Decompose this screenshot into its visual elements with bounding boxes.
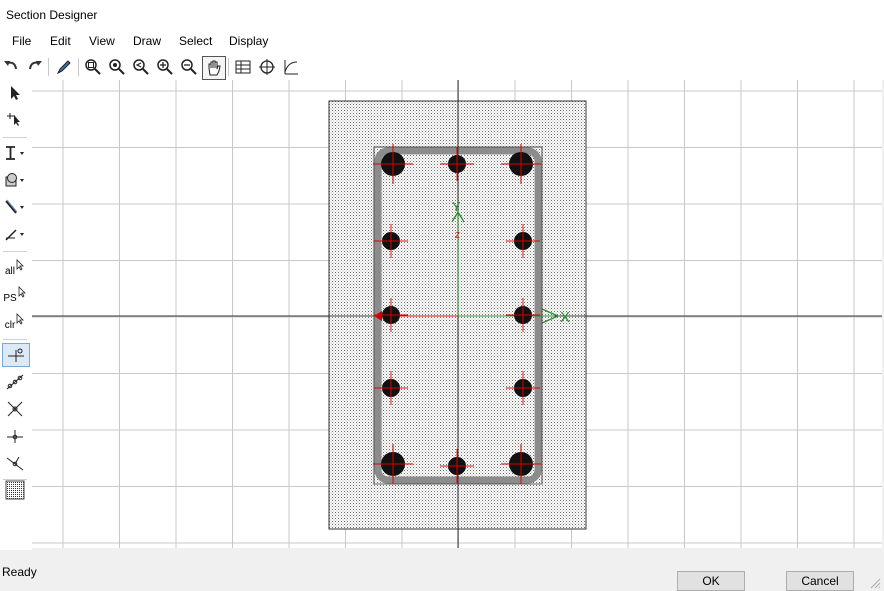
toolbar-separator (228, 58, 229, 76)
select-all-tool[interactable]: all (2, 257, 28, 279)
y-axis-label: Y (452, 199, 461, 214)
menu-bar: File Edit View Draw Select Display (0, 30, 884, 54)
menu-display[interactable]: Display (229, 34, 268, 48)
redo-icon[interactable] (24, 56, 46, 78)
menu-file[interactable]: File (12, 34, 31, 48)
snap-perpendicular-icon[interactable] (2, 425, 28, 447)
pan-hand-icon[interactable] (202, 56, 226, 80)
drawing-canvas[interactable]: X Y Z (32, 80, 882, 548)
select-ps-tool[interactable]: PS (2, 284, 28, 306)
toolbar (0, 54, 884, 80)
select-pointer-icon[interactable] (2, 82, 28, 104)
draw-shape-icon[interactable] (2, 169, 28, 191)
snap-intersection-icon[interactable] (2, 398, 28, 420)
title-bar: Section Designer (0, 0, 884, 30)
draw-rebar-icon[interactable] (2, 223, 28, 245)
toolbar-separator (78, 58, 79, 76)
menu-draw[interactable]: Draw (133, 34, 161, 48)
zoom-window-icon[interactable] (82, 56, 104, 78)
tool-separator (3, 137, 27, 138)
status-text: Ready (2, 565, 37, 579)
snap-line-icon[interactable] (2, 371, 28, 393)
zoom-restore-icon[interactable] (106, 56, 128, 78)
zoom-out-icon[interactable] (178, 56, 200, 78)
undo-icon[interactable] (0, 56, 22, 78)
section-drawing[interactable]: X Y Z (32, 80, 882, 548)
reshape-pointer-icon[interactable] (2, 108, 28, 130)
left-toolbar: all PS clr (0, 80, 32, 550)
snap-point-icon[interactable] (2, 343, 30, 367)
menu-view[interactable]: View (89, 34, 115, 48)
status-bar: Ready OK Cancel (0, 556, 884, 591)
table-icon[interactable] (232, 56, 254, 78)
clear-selection-label: clr (4, 319, 16, 331)
select-all-label: all (4, 265, 15, 277)
menu-select[interactable]: Select (179, 34, 212, 48)
zoom-previous-icon[interactable] (130, 56, 152, 78)
tool-separator (3, 251, 27, 252)
hatch-grid-icon[interactable] (2, 479, 28, 501)
clear-selection-tool[interactable]: clr (2, 311, 28, 333)
select-ps-label: PS (3, 292, 17, 304)
interaction-diagram-icon[interactable] (280, 56, 302, 78)
crosshair-grid-icon[interactable] (256, 56, 278, 78)
z-axis-label: Z (455, 231, 460, 240)
pencil-icon[interactable] (53, 56, 75, 78)
cancel-button[interactable]: Cancel (786, 571, 854, 591)
snap-nearest-icon[interactable] (2, 452, 28, 474)
x-axis-label: X (560, 309, 570, 326)
draw-i-section-icon[interactable] (2, 142, 28, 164)
window-title: Section Designer (6, 8, 98, 22)
toolbar-separator (48, 58, 49, 76)
ok-button[interactable]: OK (677, 571, 745, 591)
menu-edit[interactable]: Edit (50, 34, 71, 48)
resize-grip-icon[interactable] (866, 574, 882, 590)
zoom-in-icon[interactable] (154, 56, 176, 78)
draw-line-icon[interactable] (2, 196, 28, 218)
tool-separator (3, 339, 27, 340)
